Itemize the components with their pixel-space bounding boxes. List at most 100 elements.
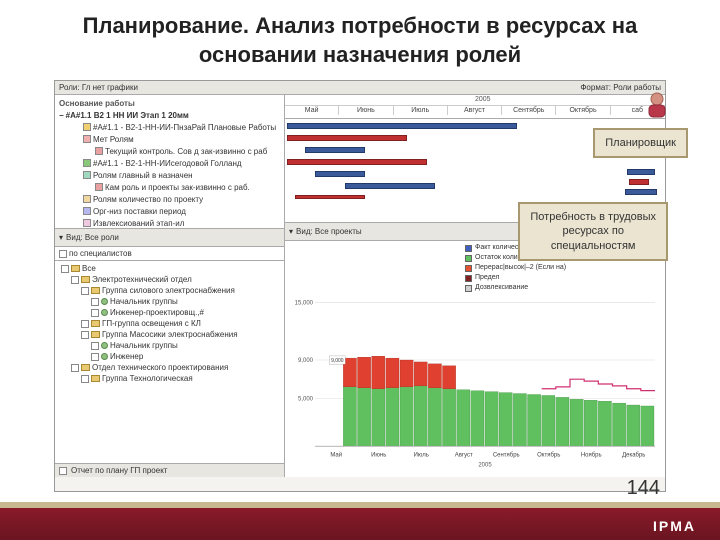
org-item-label: Группа силового электроснабжения [102, 286, 235, 295]
org-item-label: ГП-группа освещения с КЛ [102, 319, 201, 328]
svg-text:2005: 2005 [478, 463, 492, 469]
gantt-bar[interactable] [287, 135, 407, 141]
tree-item[interactable]: Ролям количество по проекту [57, 193, 282, 205]
person-icon [101, 342, 108, 349]
org-tree-item[interactable]: Инженер [57, 351, 282, 362]
filter-label: по специалистов [69, 249, 132, 258]
folder-icon [91, 287, 100, 294]
checkbox-icon[interactable] [81, 331, 89, 339]
checkbox-icon[interactable] [91, 353, 99, 361]
tree-item[interactable]: Текущий контроль. Сов д зак-извинно с ра… [57, 145, 282, 157]
folder-icon [81, 364, 90, 371]
tree-root[interactable]: #А#1.1 В2 1 НН ИИ Этап 1 20мм [66, 111, 189, 120]
status-text: Отчет по плану ГП проект [71, 466, 167, 475]
checkbox-icon[interactable] [61, 265, 69, 273]
tree-item-label: Ролям количество по проекту [93, 195, 203, 204]
org-tree-item[interactable]: ГП-группа освещения с КЛ [57, 318, 282, 329]
month-cell: Сентябрь [502, 106, 556, 115]
person-icon [101, 309, 108, 316]
tree-item[interactable]: #А#1.1 - В2-1-НН-ИИ-ПнзаРай Плановые Раб… [57, 121, 282, 133]
gantt-bar[interactable] [629, 179, 649, 185]
planner-icon [642, 90, 672, 125]
folder-icon [91, 331, 100, 338]
folder-icon [81, 276, 90, 283]
svg-text:15,000: 15,000 [295, 301, 314, 307]
logo: IPMA [653, 518, 696, 534]
callout-demand: Потребность в трудовых ресурсах по специ… [518, 202, 668, 261]
org-item-label: Инженер-проектировщ.,# [110, 308, 204, 317]
checkbox-icon[interactable] [91, 298, 99, 306]
gantt-bar[interactable] [287, 159, 427, 165]
footer-bar [0, 508, 720, 540]
tree-item-label: #А#1.1 - В2-1-НН-ИИсегодовой Голланд [93, 159, 242, 168]
org-tree[interactable]: ВсеЭлектротехнический отделГруппа силово… [55, 261, 284, 463]
org-item-label: Инженер [110, 352, 143, 361]
checkbox-icon[interactable] [91, 342, 99, 350]
folder-icon [71, 265, 80, 272]
status-bar: Отчет по плану ГП проект [55, 463, 284, 477]
gantt-bar[interactable] [627, 169, 655, 175]
svg-text:Май: Май [330, 451, 342, 458]
tree-item[interactable]: Мет Ролям [57, 133, 282, 145]
app-window: Роли: Гл нет графики Формат: Роли работы… [54, 80, 666, 492]
resource-chart[interactable]: Факт количествоОстаток количествоПерерас… [285, 241, 665, 477]
org-item-label: Все [82, 264, 96, 273]
org-tree-item[interactable]: Отдел технического проектирования [57, 362, 282, 373]
color-swatch [83, 195, 91, 203]
status-checkbox[interactable] [59, 467, 67, 475]
org-tree-item[interactable]: Все [57, 263, 282, 274]
gantt-bar[interactable] [287, 123, 517, 129]
checkbox-icon[interactable] [71, 276, 79, 284]
org-tree-item[interactable]: Группа Масосики электроснабжения [57, 329, 282, 340]
tree-item[interactable]: Кам роль и проекты зак-извинно с раб. [57, 181, 282, 193]
org-tree-item[interactable]: Группа Технологическая [57, 373, 282, 384]
gantt-bar[interactable] [345, 183, 435, 189]
page-number: 144 [627, 477, 660, 500]
slide-title: Планирование. Анализ потребности в ресур… [0, 0, 720, 73]
role-tree[interactable]: Основание работы −#А#1.1 В2 1 НН ИИ Этап… [55, 95, 284, 229]
org-tree-item[interactable]: Электротехнический отдел [57, 274, 282, 285]
tree-item[interactable]: Ролям главный в назначен [57, 169, 282, 181]
gantt-bar[interactable] [625, 189, 657, 195]
org-tree-item[interactable]: Начальник группы [57, 340, 282, 351]
tree-item[interactable]: Извлексиований этап-ил [57, 217, 282, 229]
tree-item-label: #А#1.1 - В2-1-НН-ИИ-ПнзаРай Плановые Раб… [93, 123, 276, 132]
color-swatch [83, 219, 91, 227]
color-swatch [83, 123, 91, 131]
tree-item[interactable]: Орг-низ поставки период [57, 205, 282, 217]
tree-item-label: Извлексиований этап-ил [93, 219, 184, 228]
org-tree-item[interactable]: Группа силового электроснабжения [57, 285, 282, 296]
color-swatch [95, 183, 103, 191]
month-cell: Май [285, 106, 339, 115]
mid-header-label: Вид: Все роли [66, 233, 119, 242]
checkbox-icon[interactable] [81, 287, 89, 295]
color-swatch [83, 159, 91, 167]
svg-text:Июнь: Июнь [371, 452, 386, 458]
svg-text:Октябрь: Октябрь [537, 452, 560, 458]
year-label: 2005 [475, 96, 491, 103]
checkbox-icon[interactable] [91, 309, 99, 317]
org-tree-item[interactable]: Начальник группы [57, 296, 282, 307]
tree-header: Основание работы [59, 99, 135, 108]
person-icon [101, 353, 108, 360]
org-tree-item[interactable]: Инженер-проектировщ.,# [57, 307, 282, 318]
tree-item-label: Ролям главный в назначен [93, 171, 193, 180]
gantt-bar[interactable] [315, 171, 365, 177]
tree-item[interactable]: #А#1.1 - В2-1-НН-ИИсегодовой Голланд [57, 157, 282, 169]
org-item-label: Начальник группы [110, 297, 178, 306]
color-swatch [95, 147, 103, 155]
gantt-bar[interactable] [295, 195, 365, 199]
month-cell: Июнь [339, 106, 393, 115]
gantt-bar[interactable] [305, 147, 365, 153]
top-toolbar: Роли: Гл нет графики Формат: Роли работы [55, 81, 665, 95]
org-item-label: Группа Технологическая [102, 374, 193, 383]
month-cell: Октябрь [556, 106, 610, 115]
person-icon [101, 298, 108, 305]
checkbox-icon[interactable] [81, 375, 89, 383]
tree-item-label: Кам роль и проекты зак-извинно с раб. [105, 183, 250, 192]
mid-pane-header: ▾Вид: Все роли [55, 229, 284, 247]
org-item-label: Отдел технического проектирования [92, 363, 228, 372]
checkbox-icon[interactable] [81, 320, 89, 328]
checkbox-icon[interactable] [71, 364, 79, 372]
filter-checkbox[interactable] [59, 250, 67, 258]
